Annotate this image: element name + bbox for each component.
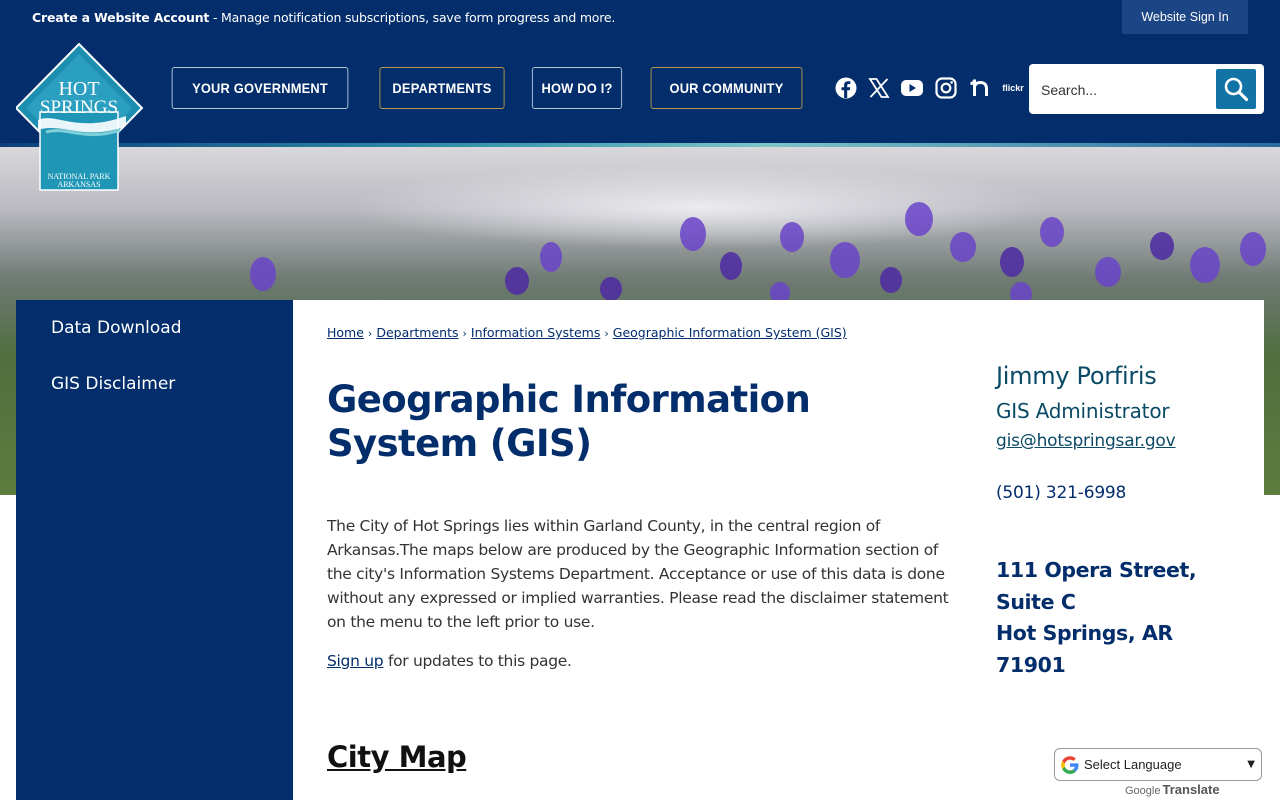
site-search xyxy=(1029,64,1264,114)
language-select-label: Select Language xyxy=(1084,757,1182,772)
page-title: Geographic Information System (GIS) xyxy=(327,378,811,465)
breadcrumb-separator: › xyxy=(462,327,467,340)
breadcrumb: Home › Departments › Information Systems › Geo… xyxy=(327,325,847,340)
signup-text: for updates to this page. xyxy=(383,652,572,670)
contact-address: 111 Opera Street, Suite C Hot Springs, A… xyxy=(996,555,1236,681)
nextdoor-icon[interactable] xyxy=(968,76,992,100)
instagram-icon[interactable] xyxy=(934,76,958,100)
chevron-down-icon: ▼ xyxy=(1247,759,1255,770)
search-icon xyxy=(1224,77,1249,102)
nav-how-do-i[interactable]: HOW DO I? xyxy=(531,67,623,109)
nav-our-community[interactable]: OUR COMMUNITY xyxy=(650,67,803,109)
create-account-link[interactable]: Create a Website Account xyxy=(32,10,209,25)
breadcrumb-separator: › xyxy=(604,327,609,340)
nav-departments[interactable]: DEPARTMENTS xyxy=(379,67,505,109)
breadcrumb-gis[interactable]: Geographic Information System (GIS) xyxy=(613,325,847,340)
website-sign-in-button[interactable]: Website Sign In xyxy=(1122,0,1248,34)
address-line-1: 111 Opera Street, Suite C xyxy=(996,558,1197,614)
powered-by-google-translate[interactable]: Google Translate xyxy=(1125,782,1220,797)
facebook-icon[interactable] xyxy=(834,76,858,100)
sidebar-menu: Data Download GIS Disclaimer xyxy=(16,300,293,800)
search-input[interactable] xyxy=(1039,73,1215,107)
contact-phone: (501) 321-6998 xyxy=(996,483,1127,503)
hot-springs-logo[interactable]: HOT SPRINGS NATIONAL PARK ARKANSAS xyxy=(14,42,146,192)
search-button[interactable] xyxy=(1216,69,1256,109)
contact-name: Jimmy Porfiris xyxy=(996,362,1157,390)
main-content: Home › Departments › Information Systems › Geo… xyxy=(293,300,1264,800)
signup-line: Sign up for updates to this page. xyxy=(327,652,572,670)
breadcrumb-separator: › xyxy=(367,327,373,340)
x-icon[interactable] xyxy=(867,76,891,100)
sidebar-item-data-download[interactable]: Data Download xyxy=(51,318,182,338)
youtube-icon[interactable] xyxy=(900,76,924,100)
google-wordmark: Google xyxy=(1125,785,1161,797)
city-map-heading[interactable]: City Map xyxy=(327,740,467,774)
breadcrumb-home[interactable]: Home xyxy=(327,325,364,340)
contact-email-link[interactable]: gis@hotspringsar.gov xyxy=(996,431,1176,451)
logo-text-arkansas: ARKANSAS xyxy=(57,180,100,189)
translate-wordmark: Translate xyxy=(1162,782,1220,797)
language-select[interactable]: Select Language ▼ xyxy=(1054,748,1262,781)
account-promo[interactable]: Create a Website Account - Manage notifi… xyxy=(32,10,615,25)
intro-paragraph: The City of Hot Springs lies within Garl… xyxy=(327,517,949,631)
address-line-2: Hot Springs, AR 71901 xyxy=(996,621,1173,677)
account-promo-text: - Manage notification subscriptions, sav… xyxy=(209,10,616,25)
breadcrumb-departments[interactable]: Departments xyxy=(376,325,458,340)
flickr-icon[interactable]: flickr xyxy=(1002,76,1024,100)
logo-text-springs: SPRINGS xyxy=(40,97,118,118)
sign-up-link[interactable]: Sign up xyxy=(327,652,384,670)
breadcrumb-information-systems[interactable]: Information Systems xyxy=(471,325,600,340)
contact-title: GIS Administrator xyxy=(996,399,1170,423)
google-g-icon xyxy=(1061,755,1079,774)
utility-bar: Create a Website Account - Manage notifi… xyxy=(0,0,1280,36)
nav-your-government[interactable]: YOUR GOVERNMENT xyxy=(171,67,349,109)
sidebar-item-gis-disclaimer[interactable]: GIS Disclaimer xyxy=(51,374,175,394)
